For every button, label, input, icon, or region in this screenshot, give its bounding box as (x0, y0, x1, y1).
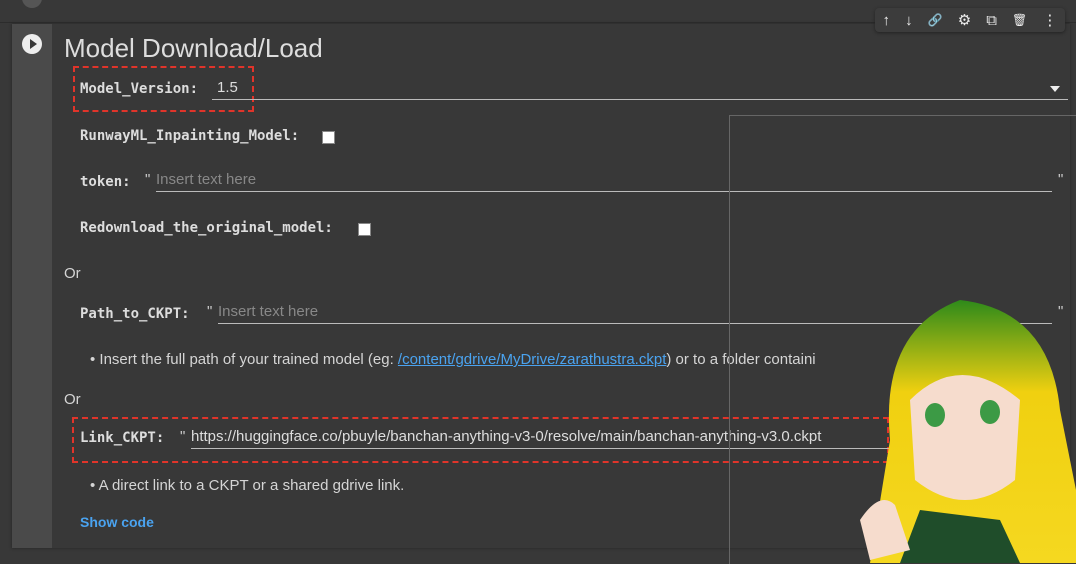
redownload-checkbox[interactable] (358, 223, 371, 236)
example-path-link[interactable]: /content/gdrive/MyDrive/zarathustra.ckpt (398, 351, 666, 368)
anime-character-image (860, 300, 1076, 563)
link-label: Link_CKPT: (80, 430, 165, 446)
token-placeholder: Insert text here (156, 171, 257, 188)
model-version-label: Model_Version: (80, 81, 199, 97)
gear-icon[interactable]: ⚙ (958, 11, 971, 29)
model-version-select[interactable]: 1.5 (212, 79, 1068, 100)
cell-gutter (12, 24, 52, 548)
mirror-cell-icon[interactable]: ⧉ (986, 12, 997, 29)
redownload-label: Redownload_the_original_model: (80, 220, 333, 236)
path-placeholder: Insert text here (218, 303, 319, 320)
or-text: Or (64, 265, 81, 282)
previous-cell-run-button[interactable] (22, 0, 42, 8)
quote-mark: " (207, 303, 213, 320)
arrow-down-icon[interactable]: ↓ (905, 12, 913, 29)
chevron-down-icon (1050, 86, 1060, 92)
inpainting-checkbox[interactable] (322, 131, 335, 144)
cell-title: Model Download/Load (64, 33, 323, 63)
trash-icon[interactable]: 🗑 (1012, 13, 1027, 27)
quote-mark: " (145, 171, 151, 188)
path-hint: • Insert the full path of your trained m… (90, 351, 816, 368)
path-label: Path_to_CKPT: (80, 306, 190, 322)
hint-text: A direct link to a CKPT or a shared gdri… (98, 477, 405, 494)
show-code-link[interactable]: Show code (80, 514, 154, 530)
inpainting-label: RunwayML_Inpainting_Model: (80, 128, 300, 144)
token-label: token: (80, 174, 131, 190)
arrow-up-icon[interactable]: ↑ (883, 12, 891, 29)
model-version-value: 1.5 (217, 79, 238, 96)
more-vert-icon[interactable]: ⋮ (1042, 11, 1057, 29)
or-text: Or (64, 391, 81, 408)
run-cell-button[interactable] (22, 34, 42, 54)
hint-text: Insert the full path of your trained mod… (99, 351, 398, 368)
link-hint: • A direct link to a CKPT or a shared gd… (90, 477, 405, 494)
quote-mark: " (180, 428, 186, 445)
cell-toolbar: ↑ ↓ 🔗 ⚙ ⧉ 🗑 ⋮ (875, 8, 1065, 32)
link-icon[interactable]: 🔗 (928, 13, 943, 27)
